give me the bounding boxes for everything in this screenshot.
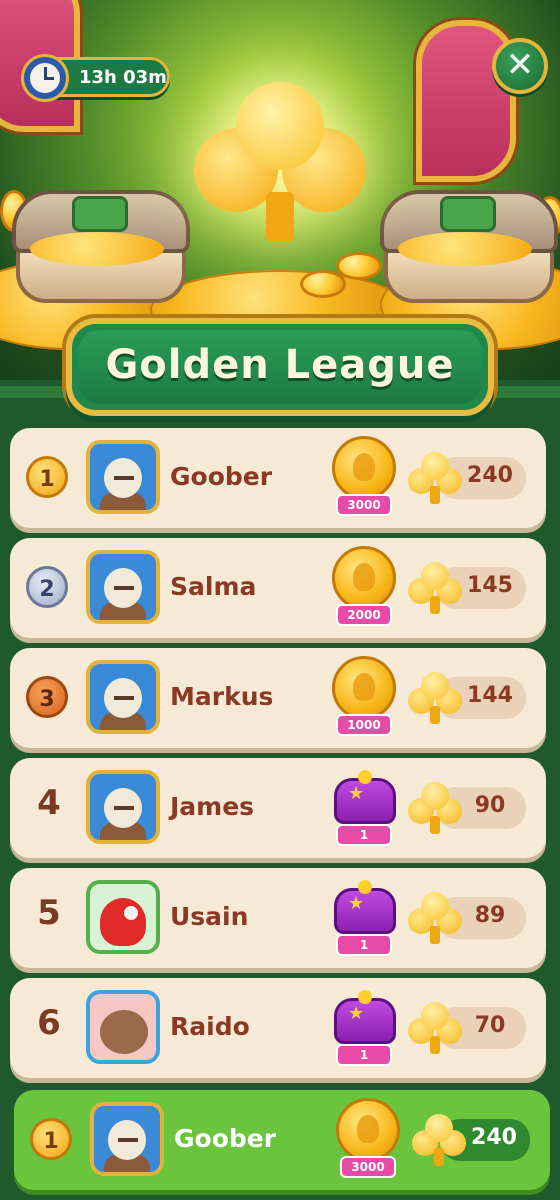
score-value: 89 [474, 903, 506, 928]
reward-amount: 2000 [336, 604, 392, 626]
leaderboard-row[interactable]: 1 Goober 3000 240 [10, 428, 546, 528]
score-value: 70 [474, 1013, 506, 1038]
club-icon [410, 1112, 468, 1170]
club-icon [406, 1000, 464, 1058]
rank-badge: 4 [37, 783, 61, 823]
rank-badge: 1 [26, 456, 68, 498]
chest-icon: ★ [334, 990, 396, 1046]
coin-stack [336, 252, 382, 280]
avatar [86, 660, 160, 734]
chest-icon: ★ [334, 880, 396, 936]
timer-text: 13h 03m [79, 67, 167, 88]
player-name: Goober [170, 462, 273, 491]
reward-chest: ★ 1 [328, 984, 400, 1070]
reward-amount: 3000 [336, 494, 392, 516]
league-timer: 13h 03m [21, 54, 170, 102]
reward-amount: 1 [336, 1044, 392, 1066]
avatar [86, 550, 160, 624]
club-icon [406, 670, 464, 728]
score-value: 145 [467, 573, 513, 598]
avatar [90, 1102, 164, 1176]
treasure-chest-right [380, 190, 558, 303]
reward-amount: 1000 [336, 714, 392, 736]
reward-amount: 1 [336, 934, 392, 956]
reward-coins: 3000 [328, 434, 400, 520]
rank-badge: 1 [30, 1118, 72, 1160]
avatar [86, 880, 160, 954]
club-icon [406, 890, 464, 948]
player-name: Salma [170, 572, 257, 601]
reward-amount: 3000 [340, 1156, 396, 1178]
reward-coins: 3000 [332, 1096, 404, 1182]
close-button[interactable]: ✕ [492, 38, 548, 94]
club-icon [406, 560, 464, 618]
leaderboard-row[interactable]: 3 Markus 1000 144 [10, 648, 546, 748]
coin-icon [332, 436, 396, 500]
golden-club-icon [194, 82, 366, 252]
player-name: Raido [170, 1012, 250, 1041]
reward-coins: 2000 [328, 544, 400, 630]
score-value: 144 [467, 683, 513, 708]
reward-amount: 1 [336, 824, 392, 846]
score-value: 90 [474, 793, 506, 818]
player-name: Goober [174, 1124, 277, 1153]
avatar [86, 770, 160, 844]
avatar [86, 440, 160, 514]
rank-badge: 2 [26, 566, 68, 608]
player-row[interactable]: 1 Goober 3000 240 [14, 1090, 550, 1190]
rank-badge: 3 [26, 676, 68, 718]
avatar [86, 990, 160, 1064]
score-value: 240 [471, 1125, 517, 1150]
close-icon: ✕ [505, 45, 535, 85]
coin-icon [332, 656, 396, 720]
reward-chest: ★ 1 [328, 764, 400, 850]
chest-icon: ★ [334, 770, 396, 826]
reward-coins: 1000 [328, 654, 400, 740]
treasure-chest-left [12, 190, 190, 303]
leaderboard-row[interactable]: 5 Usain ★ 1 89 [10, 868, 546, 968]
coin-stack [300, 270, 346, 298]
player-name: Markus [170, 682, 274, 711]
leaderboard-row[interactable]: 6 Raido ★ 1 70 [10, 978, 546, 1078]
leaderboard-row[interactable]: 2 Salma 2000 145 [10, 538, 546, 638]
score-value: 240 [467, 463, 513, 488]
clock-icon [21, 54, 69, 102]
rank-badge: 6 [37, 1003, 61, 1043]
player-name: James [170, 792, 255, 821]
page-title: Golden League [105, 342, 455, 388]
rank-badge: 5 [37, 893, 61, 933]
club-icon [406, 450, 464, 508]
leaderboard-row[interactable]: 4 James ★ 1 90 [10, 758, 546, 858]
coin-icon [336, 1098, 400, 1162]
reward-chest: ★ 1 [328, 874, 400, 960]
coin-icon [332, 546, 396, 610]
league-title-banner: Golden League [66, 318, 494, 416]
club-icon [406, 780, 464, 838]
player-name: Usain [170, 902, 249, 931]
